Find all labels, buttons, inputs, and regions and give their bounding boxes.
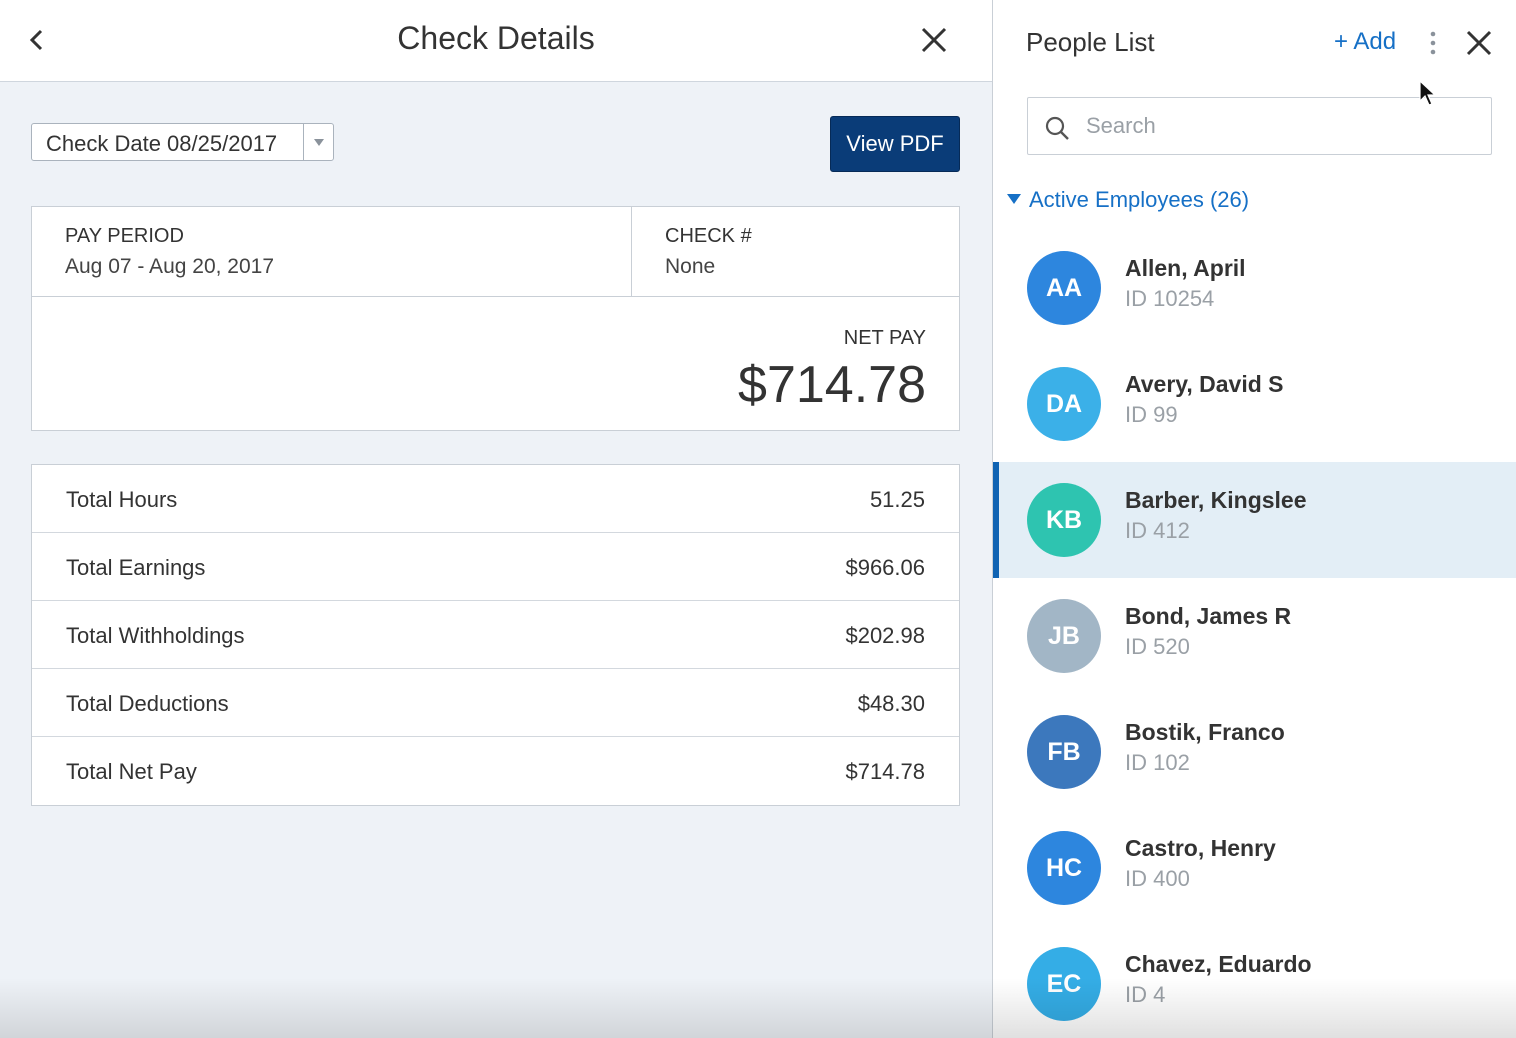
employee-id: ID 99 [1125,402,1178,427]
check-summary-card: PAY PERIOD Aug 07 - Aug 20, 2017 CHECK #… [31,206,960,431]
total-value: $48.30 [857,691,925,716]
total-value: $966.06 [845,555,925,580]
employee-name: Castro, Henry [1125,835,1276,861]
total-label: Total Net Pay [66,759,197,784]
totals-table: Total Hours 51.25 Total Earnings $966.06… [31,464,960,806]
avatar: AA [1027,251,1101,325]
employee-id: ID 412 [1125,518,1190,543]
employee-list-item[interactable]: HC Castro, Henry ID 400 [993,810,1516,926]
pay-period-label: PAY PERIOD [65,225,184,247]
page-title: Check Details [397,20,595,56]
employee-list-item-selected[interactable]: KB Barber, Kingslee ID 412 [993,462,1516,578]
employee-id: ID 400 [1125,866,1190,891]
vertical-dots-icon [1430,31,1436,55]
employee-list-item[interactable]: FB Bostik, Franco ID 102 [993,694,1516,810]
avatar-initials: KB [1045,505,1083,534]
check-number-cell: CHECK # None [632,207,959,297]
total-row-withholdings: Total Withholdings $202.98 [32,601,959,669]
close-check-details-button[interactable] [916,22,952,58]
total-row-net-pay: Total Net Pay $714.78 [32,737,959,805]
avatar-initials: DA [1045,389,1083,418]
people-list-title: People List [1026,27,1155,57]
caret-down-icon [303,124,333,160]
check-details-panel: Check Details Check Date 08/25/2017 View… [0,0,992,1038]
check-details-header: Check Details [0,0,992,82]
search-input[interactable] [1086,110,1476,142]
group-label: Active Employees [1029,187,1204,212]
avatar-initials: AA [1045,273,1083,302]
check-date-select[interactable]: Check Date 08/25/2017 [31,123,334,161]
check-number-value: None [665,255,716,278]
avatar: HC [1027,831,1101,905]
total-value: 51.25 [869,487,925,512]
avatar-initials: HC [1045,853,1083,882]
employee-list-item[interactable]: JB Bond, James R ID 520 [993,578,1516,694]
total-label: Total Deductions [66,691,229,716]
search-icon [1045,116,1069,140]
total-row-earnings: Total Earnings $966.06 [32,533,959,601]
avatar: KB [1027,483,1101,557]
employee-name: Allen, April [1125,255,1246,281]
avatar: EC [1027,947,1101,1021]
view-pdf-button[interactable]: View PDF [830,116,960,172]
group-count: (26) [1209,187,1250,212]
avatar-initials: JB [1048,621,1080,650]
add-person-button[interactable]: + Add [1334,28,1396,56]
employee-list-item[interactable]: AA Allen, April ID 10254 [993,230,1516,346]
total-value: $714.78 [845,759,925,784]
avatar: DA [1027,367,1101,441]
active-employees-group-toggle[interactable]: Active Employees (26) [1007,187,1249,213]
employee-name: Bostik, Franco [1125,719,1285,745]
employee-name: Avery, David S [1125,371,1284,397]
employee-name: Barber, Kingslee [1125,487,1307,513]
net-pay-amount: $714.78 [738,356,926,414]
triangle-down-icon [1007,194,1021,205]
employee-name: Chavez, Eduardo [1125,951,1312,977]
total-label: Total Hours [66,487,178,512]
close-icon [1466,30,1492,56]
pay-period-cell: PAY PERIOD Aug 07 - Aug 20, 2017 [32,207,632,297]
total-label: Total Withholdings [66,623,245,648]
people-list-panel: People List + Add Active Employees (26) … [992,0,1516,1038]
employee-name: Bond, James R [1125,603,1292,629]
total-label: Total Earnings [66,555,206,580]
total-row-hours: Total Hours 51.25 [32,465,959,533]
check-date-value: Check Date 08/25/2017 [46,131,278,156]
avatar: JB [1027,599,1101,673]
employee-id: ID 10254 [1125,286,1215,311]
close-people-list-button[interactable] [1463,26,1495,60]
more-options-button[interactable] [1421,28,1445,60]
close-icon [921,27,947,53]
employee-list-item[interactable]: EC Chavez, Eduardo ID 4 [993,926,1516,1038]
employee-id: ID 102 [1125,750,1190,775]
net-pay-label: NET PAY [843,327,926,349]
mouse-cursor-icon [1419,80,1437,106]
employee-list-item[interactable]: DA Avery, David S ID 99 [993,346,1516,462]
pay-period-value: Aug 07 - Aug 20, 2017 [65,255,275,278]
employee-id: ID 4 [1125,982,1166,1007]
total-value: $202.98 [845,623,925,648]
total-row-deductions: Total Deductions $48.30 [32,669,959,737]
avatar-initials: EC [1046,969,1082,998]
avatar: FB [1027,715,1101,789]
avatar-initials: FB [1047,737,1081,766]
check-number-label: CHECK # [665,225,752,247]
employee-id: ID 520 [1125,634,1190,659]
